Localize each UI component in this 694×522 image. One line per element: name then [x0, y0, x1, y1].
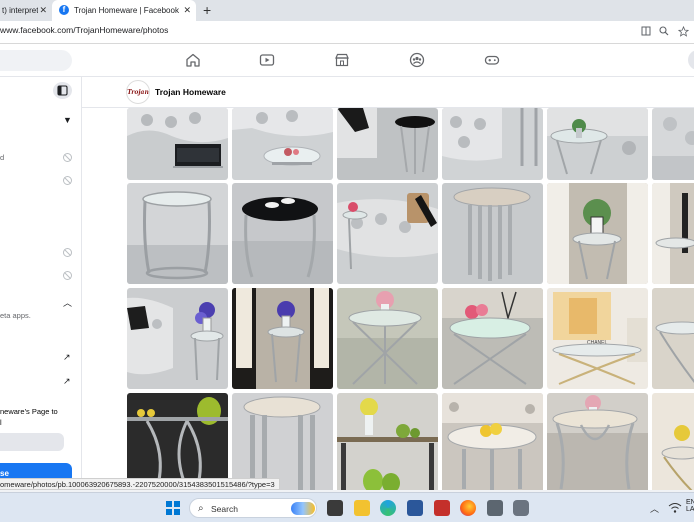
edge-icon[interactable] [380, 500, 396, 516]
account-menu-button[interactable] [688, 50, 694, 70]
network-icon[interactable] [668, 501, 682, 513]
restricted-icon [63, 153, 72, 162]
calculator-icon[interactable] [487, 500, 503, 516]
windows-taskbar: ⌕ Search ︿ EN LA [0, 492, 694, 522]
photo-thumbnail[interactable] [442, 108, 543, 180]
tab-label: Trojan Homeware | Facebook [74, 6, 179, 15]
zoom-icon[interactable] [658, 26, 670, 38]
photo-thumbnail[interactable] [652, 288, 694, 389]
firefox-icon[interactable] [460, 500, 476, 516]
photo-thumbnail[interactable] [337, 108, 438, 180]
sidebar-item-label: d [0, 153, 5, 162]
collapse-chevron-icon[interactable]: ︿ [63, 296, 72, 309]
favorite-star-icon[interactable] [677, 25, 689, 38]
photo-thumbnail[interactable] [337, 393, 438, 490]
watch-icon[interactable] [259, 52, 275, 68]
gaming-icon[interactable] [484, 52, 500, 68]
tray-overflow-chevron-icon[interactable]: ︿ [650, 502, 659, 515]
photo-thumbnail[interactable] [652, 108, 694, 180]
sidebar-toggle-button[interactable] [53, 82, 72, 99]
new-tab-button[interactable]: + [203, 2, 211, 18]
sidebar-secondary-button[interactable] [0, 433, 64, 451]
photo-thumbnail[interactable] [337, 288, 438, 389]
restricted-icon [63, 248, 72, 257]
page-cta-line2: l [0, 418, 2, 427]
photo-thumbnail[interactable] [127, 393, 228, 490]
language-indicator[interactable]: EN LA [686, 499, 694, 513]
browser-tab-inactive[interactable]: t) interpret ✕ [0, 0, 52, 21]
tab-close-icon[interactable]: ✕ [39, 5, 47, 16]
photo-thumbnail[interactable] [442, 183, 543, 284]
file-explorer-icon[interactable] [354, 500, 370, 516]
search-icon: ⌕ [198, 503, 204, 514]
marketplace-icon[interactable] [334, 52, 350, 68]
photo-thumbnail[interactable] [547, 393, 648, 490]
page-header: Trojan Trojan Homeware [82, 77, 694, 108]
photos-icon[interactable] [434, 500, 450, 516]
photo-thumbnail[interactable]: CHANEL [547, 288, 648, 389]
browser-tab-bar: t) interpret ✕ f Trojan Homeware | Faceb… [0, 0, 694, 21]
sidebar-primary-button-label: se [0, 469, 9, 478]
taskbar-search-input[interactable]: ⌕ Search [189, 498, 317, 518]
url-field[interactable]: www.facebook.com/TrojanHomeware/photos [0, 25, 168, 35]
external-link-icon[interactable]: ↗ [63, 376, 71, 387]
search-highlight-icon [291, 502, 315, 515]
word-icon[interactable] [407, 500, 423, 516]
restricted-icon [63, 271, 72, 280]
groups-icon[interactable] [409, 52, 425, 68]
facebook-search-input[interactable] [0, 50, 72, 71]
photo-thumbnail[interactable] [337, 183, 438, 284]
avatar-logo-text: Trojan [127, 88, 149, 96]
link-status-bar: omeware/photos/pb.100063920675893.-22075… [0, 478, 280, 490]
photo-thumbnail[interactable] [127, 108, 228, 180]
task-view-icon[interactable] [327, 500, 343, 516]
meta-apps-text: eta apps. [0, 311, 31, 320]
photo-thumbnail[interactable] [547, 108, 648, 180]
photo-thumbnail[interactable] [232, 183, 333, 284]
page-cta-line1: neware's Page to [0, 407, 58, 416]
photo-thumbnail[interactable] [442, 288, 543, 389]
photo-thumbnail[interactable] [442, 393, 543, 490]
page-title[interactable]: Trojan Homeware [155, 87, 226, 97]
photo-thumbnail[interactable] [232, 288, 333, 389]
photos-main-panel: Trojan Trojan Homeware CHANEL [82, 77, 694, 490]
page-avatar[interactable]: Trojan [126, 80, 150, 104]
taskbar-search-label: Search [211, 504, 238, 514]
tab-label: t) interpret [2, 6, 39, 15]
photo-thumbnail[interactable] [652, 183, 694, 284]
facebook-favicon-icon: f [59, 5, 69, 15]
photo-thumbnail[interactable] [127, 288, 228, 389]
external-link-icon[interactable]: ↗ [63, 352, 71, 363]
expand-chevron-icon[interactable]: ▼ [63, 115, 72, 125]
photo-grid: CHANEL [127, 108, 694, 490]
photo-thumbnail[interactable] [652, 393, 694, 490]
browser-tab-active[interactable]: f Trojan Homeware | Facebook ✕ [52, 0, 196, 21]
photo-thumbnail[interactable] [547, 183, 648, 284]
page-manage-sidebar: ▼ d ︿ eta apps. ↗ ↗ neware's Page to l s… [0, 77, 82, 490]
address-bar: www.facebook.com/TrojanHomeware/photos [0, 21, 694, 44]
photo-thumbnail[interactable] [127, 183, 228, 284]
facebook-top-nav [0, 44, 694, 77]
windows-start-icon[interactable] [166, 501, 180, 515]
photo-thumbnail[interactable] [232, 108, 333, 180]
home-icon[interactable] [185, 52, 201, 68]
photo-thumbnail[interactable] [232, 393, 333, 490]
restricted-icon [63, 176, 72, 185]
camera-icon[interactable] [513, 500, 529, 516]
tab-close-icon[interactable]: ✕ [183, 5, 191, 16]
reading-mode-icon[interactable] [640, 26, 652, 38]
